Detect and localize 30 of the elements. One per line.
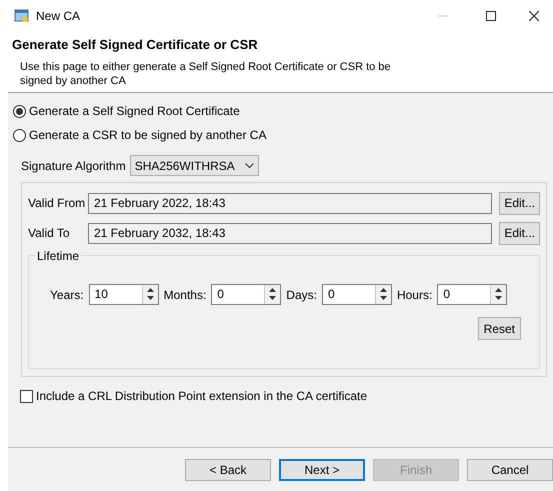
app-icon bbox=[14, 8, 30, 24]
window-title: New CA bbox=[36, 8, 80, 25]
algorithm-dropdown[interactable]: SHA256WITHRSA bbox=[130, 155, 259, 176]
dialog-button[interactable]: Cancel bbox=[467, 458, 553, 480]
field-label: Valid From bbox=[28, 195, 86, 212]
reset-button[interactable]: Reset bbox=[478, 317, 521, 340]
chevron-down-icon bbox=[244, 162, 254, 168]
spinner-field[interactable]: 0 bbox=[322, 284, 392, 305]
edit-button[interactable]: Edit... bbox=[499, 222, 540, 244]
radio-button[interactable]: Generate a Self Signed Root Certificate bbox=[13, 102, 548, 120]
field-label: Valid To bbox=[28, 225, 71, 242]
spinner-field[interactable]: 0 bbox=[437, 284, 508, 305]
date-field: 21 February 2032, 18:43 bbox=[88, 222, 492, 244]
field-label: Signature Algorithm bbox=[21, 158, 126, 174]
dialog-button[interactable]: < Back bbox=[185, 458, 271, 480]
checkbox[interactable]: Include a CRL Distribution Point extension in the CA certificate bbox=[20, 387, 548, 405]
spinner-field[interactable]: 10 bbox=[88, 284, 159, 305]
close-icon[interactable] bbox=[529, 11, 539, 21]
field-label: Hours: bbox=[396, 286, 432, 304]
edit-button[interactable]: Edit... bbox=[499, 192, 540, 214]
page-description: Use this page to either generate a Self Signed Root Certificate or CSR to be signed by another CA bbox=[20, 60, 392, 88]
spinner-field[interactable]: 0 bbox=[211, 284, 282, 305]
page-title: Generate Self Signed Certificate or CSR bbox=[12, 36, 259, 54]
date-field: 21 February 2022, 18:43 bbox=[88, 192, 492, 214]
maximize-icon[interactable] bbox=[486, 11, 496, 21]
field-label: Years: bbox=[50, 286, 84, 304]
dialog-button[interactable]: Next > bbox=[279, 458, 365, 480]
field-label: Months: bbox=[164, 286, 206, 304]
field-label: Days: bbox=[286, 286, 317, 304]
radio-button[interactable]: Generate a CSR to be signed by another CA bbox=[13, 126, 548, 144]
